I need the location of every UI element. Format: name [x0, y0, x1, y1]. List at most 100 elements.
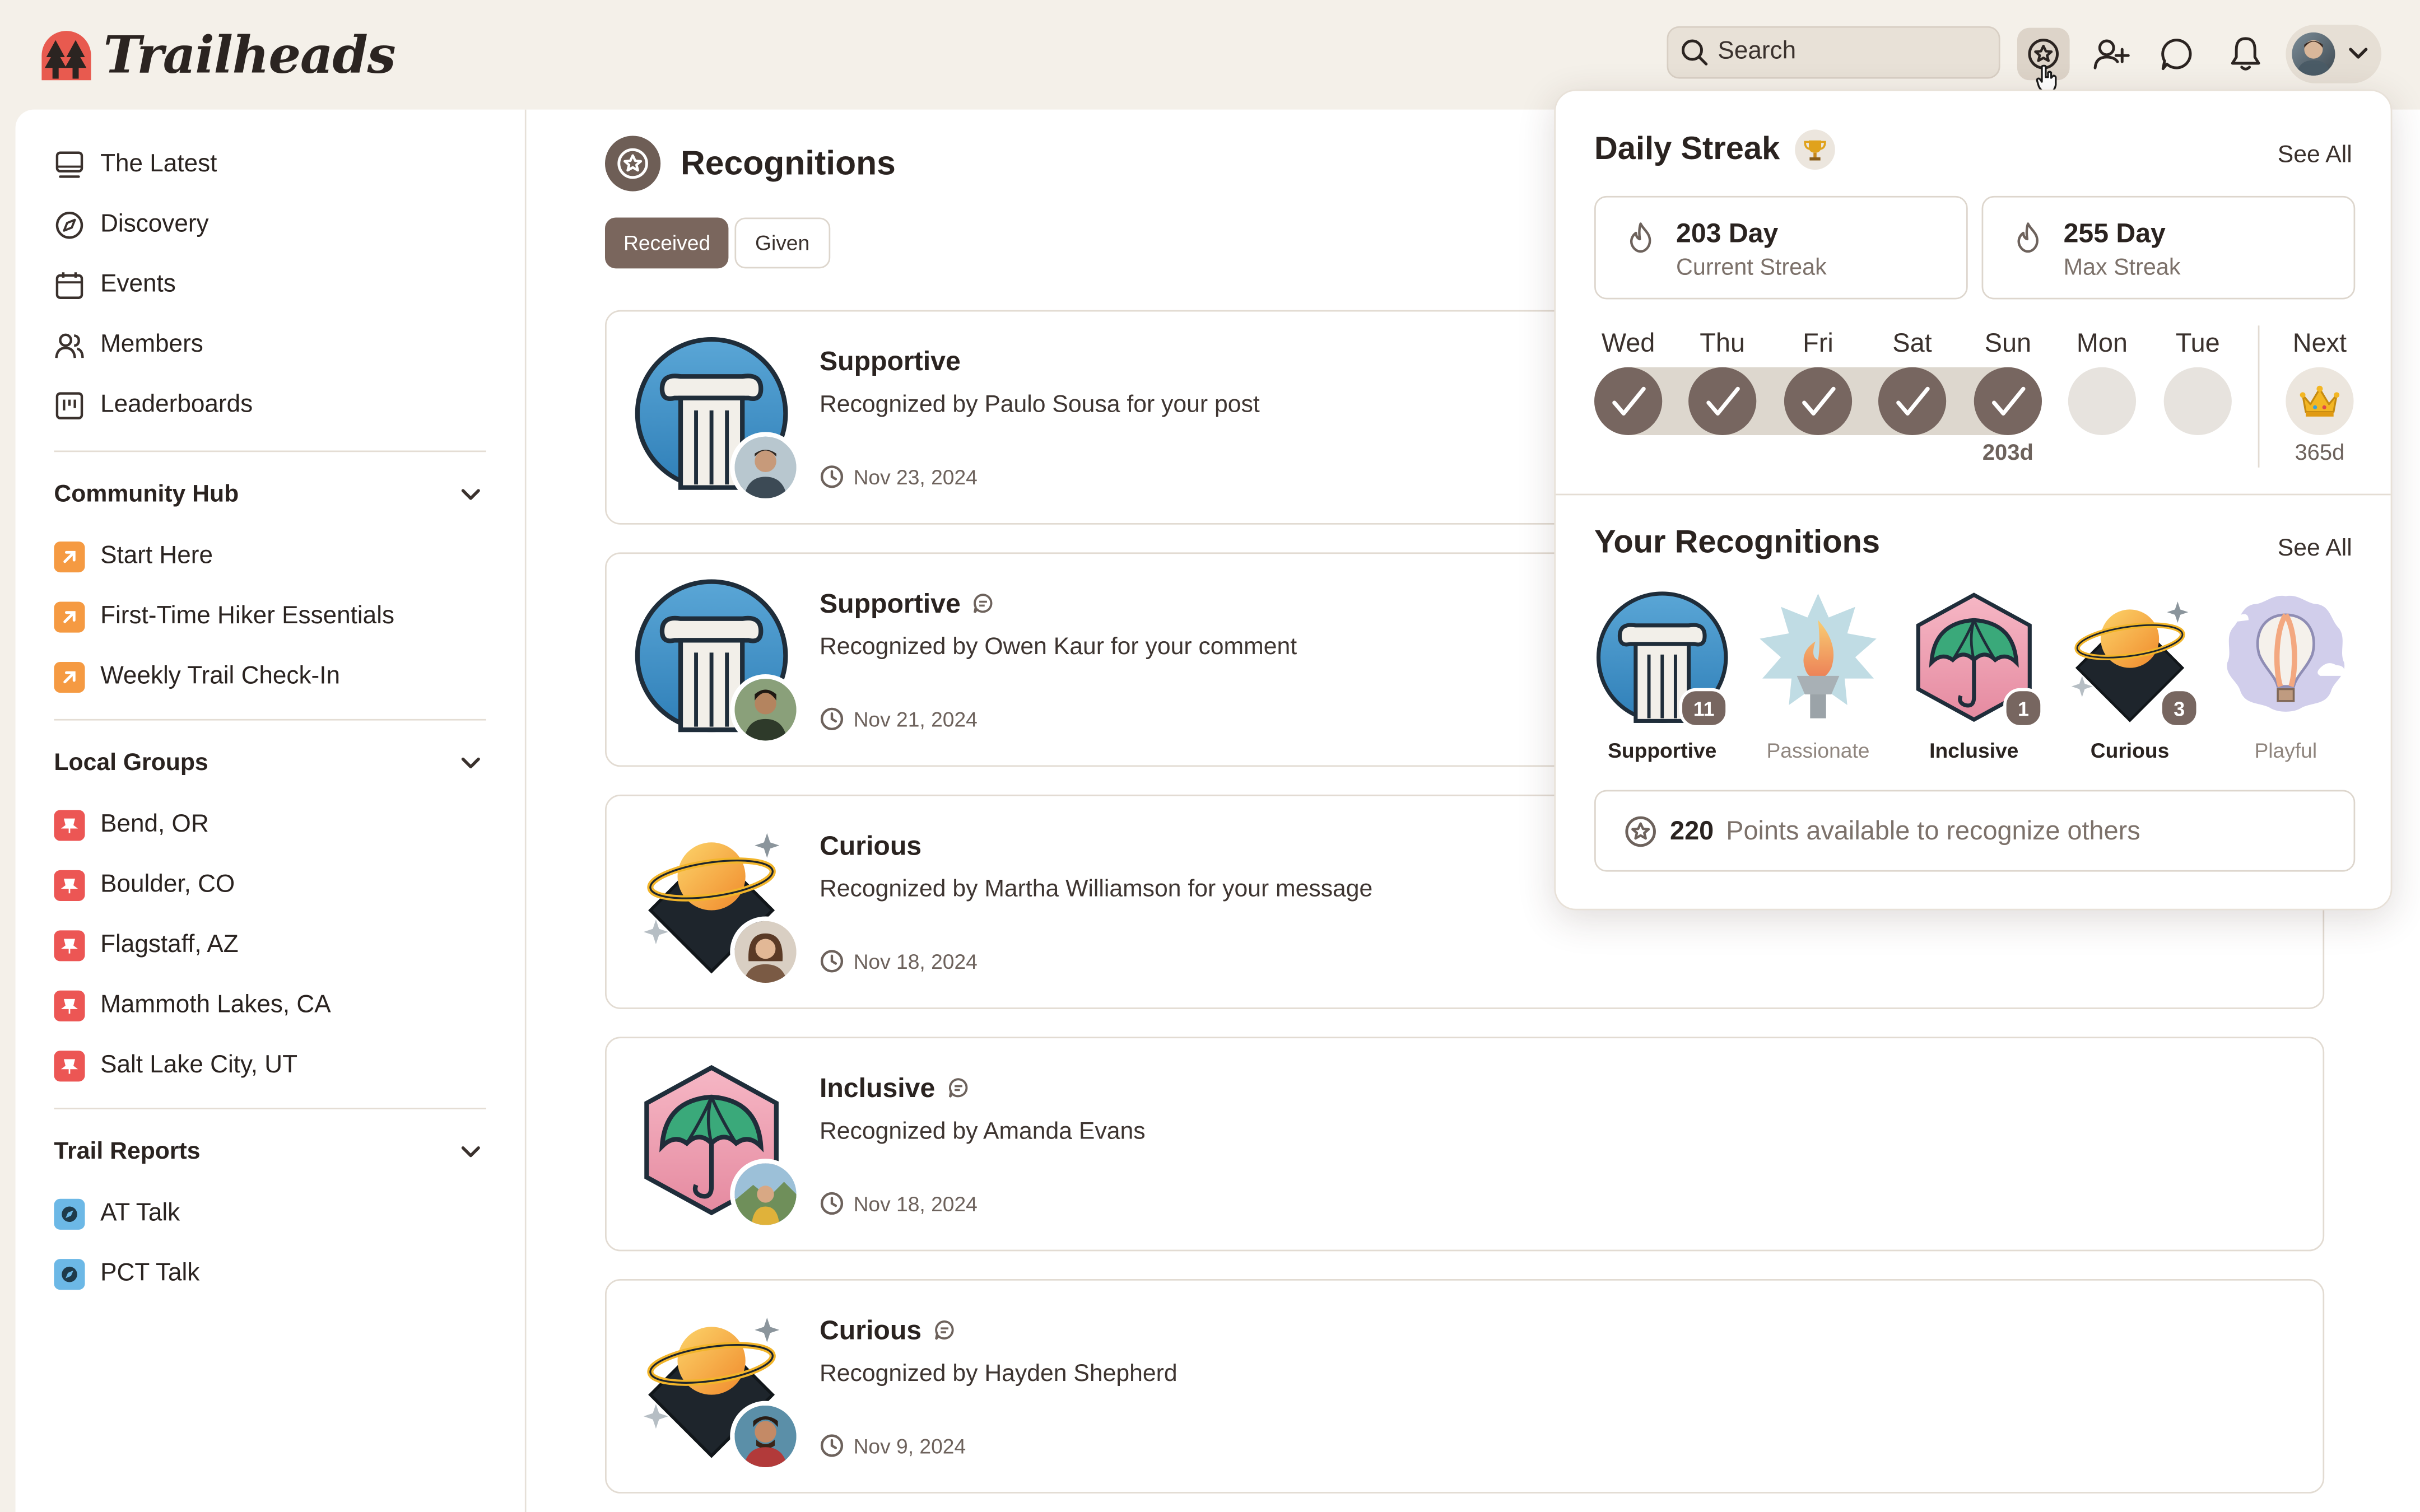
day-complete-sat[interactable]: [1878, 367, 1947, 435]
day-complete-fri[interactable]: [1784, 367, 1853, 435]
card-title: Supportive: [820, 346, 961, 378]
sidebar-item-leaderboards[interactable]: Leaderboards: [16, 375, 525, 435]
card-date: Nov 18, 2024: [820, 949, 978, 973]
card-description: Recognized by Amanda Evans: [819, 1118, 1146, 1145]
sidebar-item-start-here[interactable]: Start Here: [16, 526, 525, 586]
compass-icon: [54, 209, 85, 240]
sidebar-item-events[interactable]: Events: [16, 255, 525, 315]
sidebar-item-bend[interactable]: Bend, OR: [16, 795, 525, 855]
sidebar-item-hiker-essentials[interactable]: First-Time Hiker Essentials: [16, 586, 525, 646]
app-name: Trailheads: [103, 25, 396, 85]
card-title: Inclusive: [820, 1072, 971, 1105]
search-box[interactable]: [1667, 26, 2000, 79]
recognition-card[interactable]: Curious Recognized by Hayden Shepherd No…: [604, 1278, 2325, 1494]
card-date: Nov 21, 2024: [820, 707, 978, 731]
crown-milestone[interactable]: [2286, 367, 2354, 435]
day-label: Wed: [1601, 328, 1655, 358]
next-label: Next: [2292, 328, 2347, 358]
tab-given[interactable]: Given: [735, 217, 830, 269]
sidebar-item-weekly-check-in[interactable]: Weekly Trail Check-In: [16, 646, 525, 706]
check-icon: [1894, 382, 1931, 419]
check-icon: [1989, 382, 2026, 419]
search-icon: [1681, 39, 1708, 66]
day-label: Fri: [1803, 328, 1833, 358]
local-groups-header[interactable]: Local Groups: [16, 733, 525, 795]
tab-received[interactable]: Received: [604, 217, 729, 269]
add-user-icon: [2093, 39, 2130, 69]
sender-avatar: [730, 916, 801, 988]
recognition-popover: Daily Streak See All 203 Day Current Str…: [1554, 89, 2393, 911]
sidebar-item-label: Boulder, CO: [100, 871, 235, 898]
badge-name: Curious: [819, 830, 922, 861]
recognition-star-icon: [1623, 814, 1658, 848]
card-description: Recognized by Paulo Sousa for your post: [819, 391, 1260, 418]
sidebar-item-mammoth-lakes[interactable]: Mammoth Lakes, CA: [16, 975, 525, 1035]
recognition-playful[interactable]: Playful: [2216, 591, 2355, 776]
calendar-icon: [54, 269, 85, 300]
messages-button[interactable]: [2152, 28, 2204, 81]
sidebar-divider: [54, 1108, 486, 1109]
account-menu-button[interactable]: [2286, 25, 2382, 83]
badge-name: Curious: [819, 1314, 922, 1346]
bell-icon: [2231, 37, 2260, 71]
search-input[interactable]: [1714, 37, 1984, 68]
section-title: Community Hub: [54, 481, 239, 508]
trail-reports-header[interactable]: Trail Reports: [16, 1122, 525, 1183]
leaderboard-icon: [54, 390, 85, 421]
sidebar-item-pct-talk[interactable]: PCT Talk: [16, 1244, 525, 1304]
check-icon: [1610, 382, 1647, 419]
recognition-inclusive[interactable]: 1 Inclusive: [1905, 591, 2044, 776]
sidebar-divider: [54, 450, 486, 452]
compass-icon: [54, 1198, 85, 1229]
arrow-link-icon: [54, 661, 85, 692]
sidebar: The Latest Discovery Events Members Lead…: [15, 109, 527, 1512]
points-available-box[interactable]: 220 Points available to recognize others: [1594, 790, 2356, 872]
sidebar-item-flagstaff[interactable]: Flagstaff, AZ: [16, 915, 525, 975]
day-complete-thu[interactable]: [1688, 367, 1757, 435]
sidebar-item-members[interactable]: Members: [16, 315, 525, 375]
sidebar-item-label: Start Here: [100, 542, 213, 569]
comment-icon: [935, 1320, 954, 1341]
current-streak-label: Current Streak: [1676, 254, 1827, 281]
app-logo[interactable]: Trailheads: [39, 25, 396, 85]
community-hub-header[interactable]: Community Hub: [16, 464, 525, 526]
members-icon: [54, 329, 85, 360]
pin-icon: [54, 809, 85, 841]
sender-avatar: [730, 432, 801, 503]
day-label: Mon: [2076, 328, 2128, 358]
day-complete-wed[interactable]: [1594, 367, 1663, 435]
sidebar-item-the-latest[interactable]: The Latest: [16, 134, 525, 194]
sidebar-divider: [54, 718, 486, 721]
check-icon: [1799, 382, 1836, 419]
recognitions-see-all-link[interactable]: See All: [2278, 535, 2352, 563]
day-pending-mon[interactable]: [2068, 367, 2137, 435]
sidebar-item-discovery[interactable]: Discovery: [16, 194, 525, 254]
recognition-tabs: Received Given: [604, 217, 830, 269]
sidebar-item-boulder[interactable]: Boulder, CO: [16, 855, 525, 914]
recognition-card[interactable]: Inclusive Recognized by Amanda Evans Nov…: [604, 1037, 2325, 1252]
add-member-button[interactable]: [2085, 28, 2138, 81]
your-recognitions-header: Your Recognitions: [1594, 525, 1880, 562]
recognition-passionate[interactable]: Passionate: [1749, 591, 1888, 776]
clock-icon: [820, 707, 844, 731]
sidebar-item-salt-lake-city[interactable]: Salt Lake City, UT: [16, 1035, 525, 1095]
day-pending-tue[interactable]: [2163, 367, 2232, 435]
pin-icon: [54, 990, 85, 1021]
supportive-badge: [634, 578, 801, 745]
clock-icon: [820, 1191, 844, 1216]
sidebar-item-label: Mammoth Lakes, CA: [100, 991, 331, 1018]
sidebar-item-label: Flagstaff, AZ: [100, 931, 239, 958]
recognition-curious[interactable]: 3 Curious: [2060, 591, 2200, 776]
sidebar-item-at-talk[interactable]: AT Talk: [16, 1183, 525, 1243]
streak-see-all-link[interactable]: See All: [2278, 142, 2352, 170]
day-complete-sun[interactable]: [1974, 367, 2042, 435]
sidebar-item-label: PCT Talk: [100, 1259, 200, 1286]
max-streak-label: Max Streak: [2063, 254, 2181, 281]
date-text: Nov 23, 2024: [853, 465, 978, 488]
sidebar-item-label: First-Time Hiker Essentials: [100, 602, 395, 629]
recognition-button[interactable]: [2017, 27, 2070, 94]
sidebar-item-label: Leaderboards: [100, 391, 253, 418]
notifications-button[interactable]: [2219, 28, 2272, 81]
badge-name: Supportive: [819, 587, 961, 619]
recognition-supportive[interactable]: 11 Supportive: [1593, 591, 1732, 776]
